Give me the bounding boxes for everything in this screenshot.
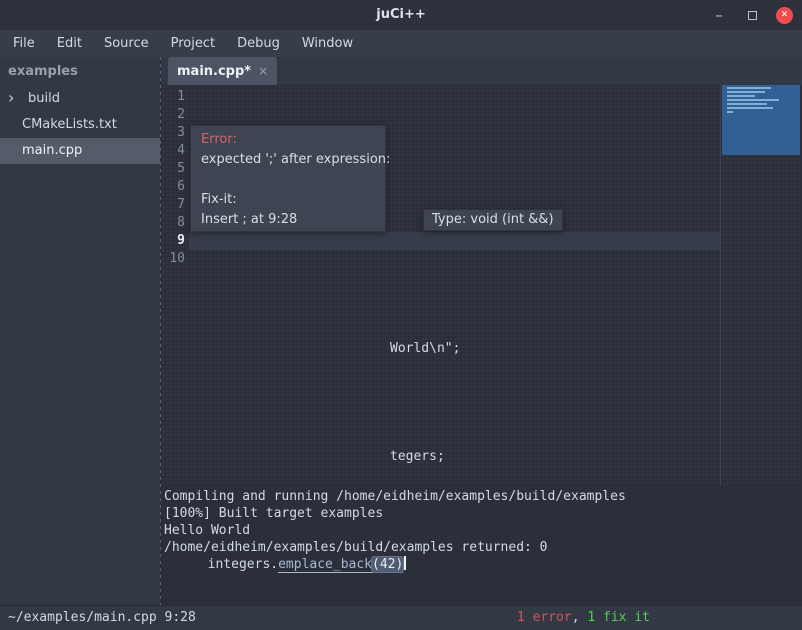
tree-item-label: CMakeLists.txt <box>22 117 117 132</box>
line-number: 5 <box>161 160 185 178</box>
tree-item-build[interactable]: › build <box>0 86 160 112</box>
type-info: Type: void (int &&) <box>432 212 554 227</box>
terminal-line: Hello World <box>164 522 802 539</box>
fixit-count: 1 fix it <box>587 610 650 625</box>
line-number: 6 <box>161 178 185 196</box>
line-number: 7 <box>161 196 185 214</box>
tree-item-label: main.cpp <box>22 143 82 158</box>
tab-label: main.cpp* <box>177 64 251 79</box>
line-number: 10 <box>161 250 185 268</box>
menu-item-debug[interactable]: Debug <box>226 30 291 57</box>
line-number: 3 <box>161 124 185 142</box>
tab-bar: main.cpp* × <box>161 57 802 85</box>
diagnostics-summary: 1 error, 1 fix it <box>517 606 650 630</box>
code-fragment: tegers; <box>390 448 445 466</box>
juci-window: juCi++ – ✕ File Edit Source Project Debu… <box>0 0 802 630</box>
line-number-current: 9 <box>161 232 185 250</box>
code-line-6 <box>192 394 802 412</box>
code-line-3 <box>192 232 802 250</box>
fixit-message: Insert ; at 9:28 <box>201 210 375 230</box>
diagnostic-tooltip: Error: expected ';' after expression: Fi… <box>190 125 386 232</box>
type-tooltip: Type: void (int &&) <box>423 209 563 231</box>
status-bar: ~/examples/main.cpp 9:28 1 error, 1 fix … <box>0 605 802 630</box>
minimap-line <box>727 95 755 97</box>
menu-item-source[interactable]: Source <box>93 30 160 57</box>
menu-item-file[interactable]: File <box>2 30 46 57</box>
minimap-line <box>727 103 767 105</box>
maximize-icon <box>748 11 757 20</box>
tree-item-maincpp[interactable]: main.cpp <box>0 138 160 164</box>
terminal-line: [100%] Built target examples <box>164 505 802 522</box>
error-message: expected ';' after expression: <box>201 150 375 170</box>
tree-item-label: build <box>28 91 60 106</box>
close-icon: ✕ <box>781 10 789 20</box>
minimap-line <box>727 87 771 89</box>
summary-separator: , <box>572 610 588 625</box>
line-number: 2 <box>161 106 185 124</box>
project-name: examples <box>0 57 160 86</box>
tab-close-icon[interactable]: × <box>258 64 268 78</box>
cursor-location: ~/examples/main.cpp 9:28 <box>8 606 196 630</box>
minimize-button[interactable]: – <box>710 6 728 24</box>
menu-item-window[interactable]: Window <box>291 30 364 57</box>
terminal-output[interactable]: Compiling and running /home/eidheim/exam… <box>161 486 802 605</box>
minimap-line <box>727 111 733 113</box>
tree-item-cmakelists[interactable]: CMakeLists.txt <box>0 112 160 138</box>
line-number-gutter: 1 2 3 4 5 6 7 8 9 10 <box>161 88 185 268</box>
window-title: juCi++ <box>0 0 802 30</box>
menu-item-project[interactable]: Project <box>160 30 226 57</box>
code-fragment: World\n"; <box>390 340 460 358</box>
minimize-icon: – <box>715 6 723 24</box>
tab-main-cpp[interactable]: main.cpp* × <box>168 57 277 85</box>
minimap-line <box>727 99 779 101</box>
line-number: 4 <box>161 142 185 160</box>
line-number: 8 <box>161 214 185 232</box>
terminal-line: Compiling and running /home/eidheim/exam… <box>164 488 802 505</box>
error-count: 1 error <box>517 610 572 625</box>
code-line-4 <box>192 286 802 304</box>
error-label: Error: <box>201 130 375 150</box>
terminal-line: /home/eidheim/examples/build/examples re… <box>164 539 802 556</box>
minimap-overview[interactable] <box>722 85 800 155</box>
code-line-5: World\n"; <box>192 340 802 358</box>
line-number: 1 <box>161 88 185 106</box>
menu-item-edit[interactable]: Edit <box>46 30 93 57</box>
minimap-line <box>727 91 765 93</box>
titlebar: juCi++ – ✕ <box>0 0 802 30</box>
code-line-7: tegers; <box>192 448 802 466</box>
fixit-label: Fix-it: <box>201 190 375 210</box>
maximize-button[interactable] <box>743 6 761 24</box>
close-button[interactable]: ✕ <box>776 7 793 24</box>
tooltip-spacer <box>201 170 375 190</box>
chevron-right-icon: › <box>8 85 14 111</box>
file-tree-panel: examples › build CMakeLists.txt main.cpp <box>0 57 160 605</box>
window-controls: – ✕ <box>710 0 793 30</box>
minimap-line <box>727 107 773 109</box>
menubar: File Edit Source Project Debug Window <box>0 30 802 57</box>
